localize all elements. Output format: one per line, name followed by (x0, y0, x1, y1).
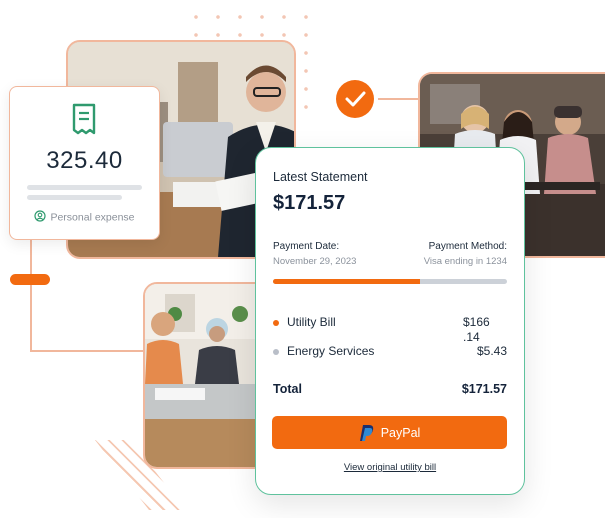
payment-progress-bar (273, 279, 507, 284)
paypal-button[interactable]: PayPal (272, 416, 507, 449)
bullet-icon (273, 319, 279, 326)
paypal-icon (359, 424, 375, 442)
line-item-amount-part: .14 (463, 330, 480, 344)
statement-total: $171.57 (273, 192, 346, 214)
payment-date-label: Payment Date: (273, 241, 340, 252)
connector-line (374, 98, 420, 100)
line-item: Utility Bill (273, 315, 336, 329)
expense-tag-label: Personal expense (50, 211, 135, 224)
connector-line (30, 350, 144, 352)
user-circle-icon (34, 210, 47, 225)
expense-tag: Personal expense (10, 210, 159, 225)
skeleton-bar (27, 185, 142, 190)
accent-pill (10, 274, 50, 285)
total-value: $171.57 (461, 382, 507, 396)
payment-method-value: Visa ending in 1234 (423, 256, 507, 267)
line-item-label: Energy Services (287, 344, 375, 358)
line-item-amount-part: $166 (463, 315, 490, 329)
line-item-label: Utility Bill (287, 315, 336, 329)
view-bill-link[interactable]: View original utility bill (256, 462, 524, 473)
payment-date-value: November 29, 2023 (273, 256, 357, 267)
connector-line (30, 238, 32, 352)
paypal-label: PayPal (380, 425, 421, 440)
statement-title: Latest Statement (273, 170, 368, 184)
skeleton-bar (27, 195, 122, 200)
progress-fill (273, 279, 421, 284)
line-item-amount: $166 .14 (463, 315, 490, 345)
meeting-photo (143, 282, 272, 469)
line-item-amount: $5.43 (476, 344, 507, 358)
statement-card: Latest Statement $171.57 Payment Date: N… (255, 147, 525, 495)
expense-amount: 325.40 (46, 147, 123, 174)
expense-card: 325.40 Personal expense (9, 86, 160, 240)
receipt-icon (72, 103, 96, 140)
checkmark-icon (336, 80, 374, 118)
line-item: Energy Services (273, 344, 374, 358)
payment-method-label: Payment Method: (428, 241, 507, 252)
bullet-icon (273, 348, 279, 355)
total-label: Total (273, 382, 302, 396)
